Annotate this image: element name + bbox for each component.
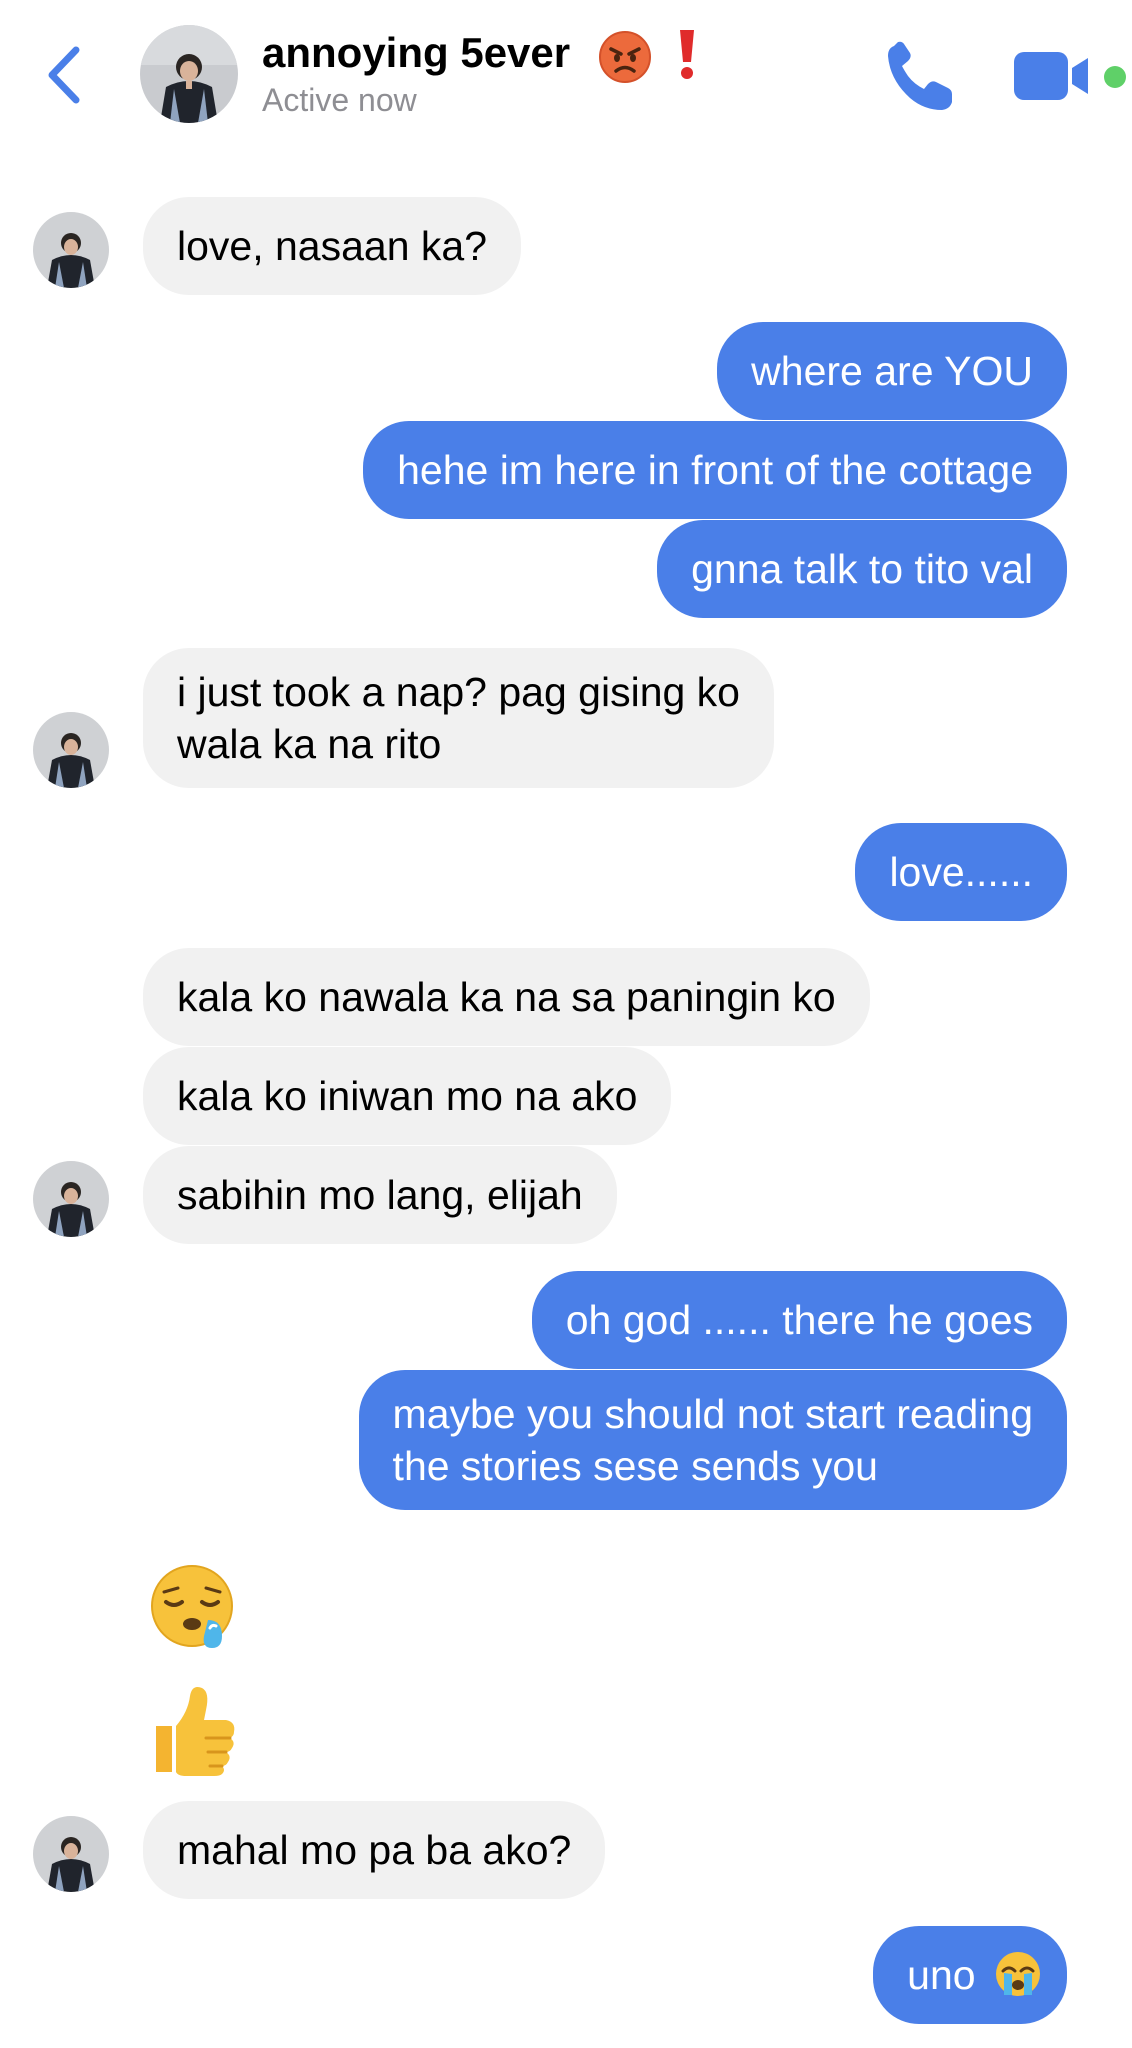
contact-avatar-small[interactable] <box>33 1161 109 1237</box>
chat-header: annoying 5ever Active now <box>0 0 1132 140</box>
chevron-left-icon <box>48 46 80 104</box>
outgoing-message[interactable]: hehe im here in front of the cottage <box>363 421 1067 519</box>
angry-face-emoji <box>599 31 651 83</box>
phone-icon <box>888 41 952 110</box>
message-text: uno <box>907 1952 976 1998</box>
online-indicator <box>1104 66 1126 88</box>
audio-call-button[interactable] <box>880 36 960 116</box>
thumbs-up-emoji[interactable] <box>148 1682 240 1778</box>
outgoing-message[interactable]: maybe you should not start reading the s… <box>358 1370 1067 1510</box>
loudly-crying-face-emoji <box>996 1952 1040 1996</box>
outgoing-message[interactable]: uno <box>873 1926 1067 2024</box>
incoming-message[interactable]: kala ko iniwan mo na ako <box>143 1047 672 1145</box>
incoming-message[interactable]: sabihin mo lang, elijah <box>143 1146 617 1244</box>
message-line: maybe you should not start reading <box>392 1391 1033 1437</box>
message-line: i just took a nap? pag gising ko <box>177 669 740 715</box>
incoming-message[interactable]: i just took a nap? pag gising ko wala ka… <box>143 648 774 788</box>
video-call-button[interactable] <box>1012 48 1112 104</box>
outgoing-message[interactable]: gnna talk to tito val <box>657 520 1067 618</box>
outgoing-message[interactable]: where are YOU <box>717 322 1067 420</box>
contact-avatar[interactable] <box>140 25 238 123</box>
incoming-message[interactable]: love, nasaan ka? <box>143 197 522 295</box>
video-camera-icon <box>1014 52 1088 100</box>
incoming-message[interactable]: kala ko nawala ka na sa paningin ko <box>143 948 870 1046</box>
contact-avatar-small[interactable] <box>33 712 109 788</box>
contact-avatar-small[interactable] <box>33 1816 109 1892</box>
outgoing-message[interactable]: oh god ...... there he goes <box>531 1271 1067 1369</box>
back-button[interactable] <box>40 38 90 112</box>
exclamation-mark-emoji <box>680 30 694 79</box>
outgoing-message[interactable]: love...... <box>855 823 1067 921</box>
incoming-message[interactable]: mahal mo pa ba ako? <box>143 1801 606 1899</box>
message-line: wala ka na rito <box>177 721 442 767</box>
contact-avatar-small[interactable] <box>33 212 109 288</box>
message-thread: love, nasaan ka? where are YOU hehe im h… <box>0 140 1132 2048</box>
message-line: the stories sese sends you <box>392 1443 878 1489</box>
sleepy-face-emoji[interactable] <box>148 1562 240 1654</box>
active-status: Active now <box>262 82 417 118</box>
contact-name[interactable]: annoying 5ever <box>262 28 570 78</box>
